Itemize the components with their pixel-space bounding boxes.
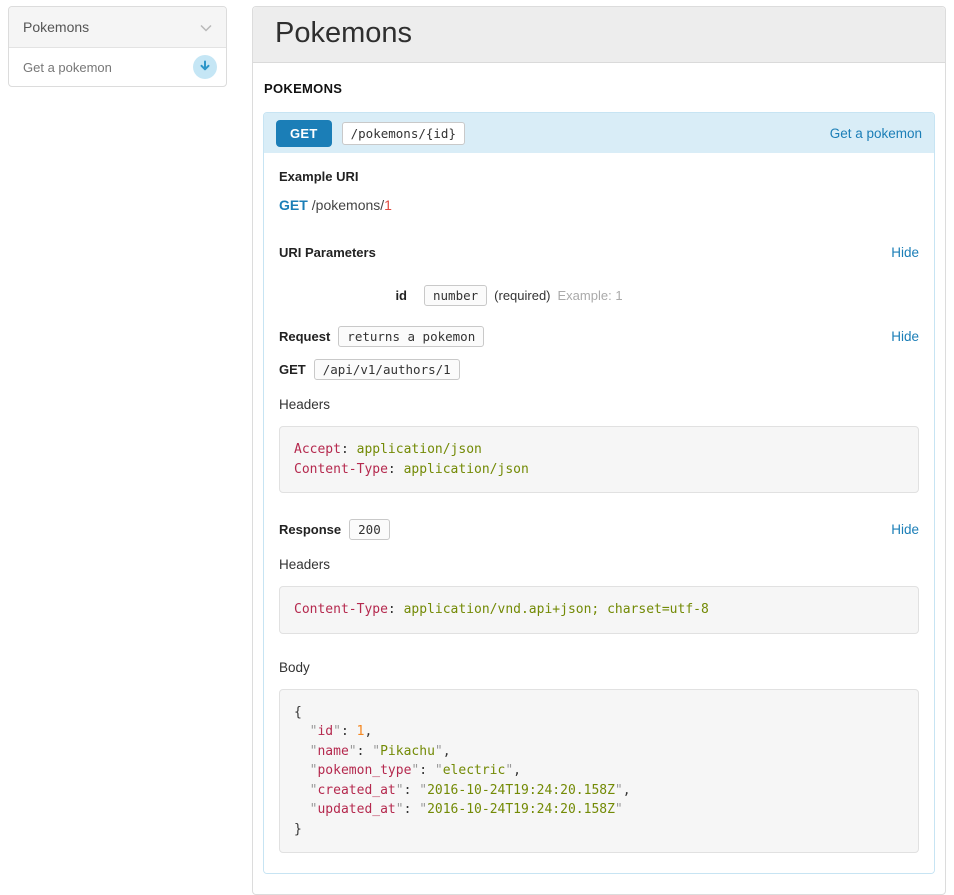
response-status-chip: 200 xyxy=(349,519,390,540)
code-line: { xyxy=(294,703,904,723)
get-method-badge xyxy=(193,55,217,79)
param-name: id xyxy=(279,288,407,303)
example-uri-value: 1 xyxy=(384,197,392,213)
param-row: id number (required) Example: 1 xyxy=(279,285,919,306)
uri-parameters-row: URI Parameters Hide xyxy=(279,245,919,260)
action-panel-body: Example URI GET/pokemons/1 URI Parameter… xyxy=(264,153,934,873)
request-row: Request returns a pokemon Hide xyxy=(279,326,919,347)
code-line: "name": "Pikachu", xyxy=(294,742,904,762)
uri-parameters-heading: URI Parameters xyxy=(279,245,376,260)
request-path-chip: /api/v1/authors/1 xyxy=(314,359,460,380)
code-line: "created_at": "2016-10-24T19:24:20.158Z"… xyxy=(294,781,904,801)
example-uri-path: /pokemons/ xyxy=(312,197,384,213)
sidebar-group-toggle[interactable]: Pokemons xyxy=(9,7,226,48)
param-info: number (required) Example: 1 xyxy=(424,285,623,306)
sidebar-group-label: Pokemons xyxy=(23,19,89,35)
request-method-row: GET /api/v1/authors/1 xyxy=(279,359,919,380)
uri-template-chip: /pokemons/{id} xyxy=(342,122,465,145)
example-uri-line: GET/pokemons/1 xyxy=(279,197,919,213)
response-headers-code-block: Content-Type: application/vnd.api+json; … xyxy=(279,586,919,634)
response-headers-label: Headers xyxy=(279,557,919,572)
response-heading: Response xyxy=(279,522,341,537)
code-line: "pokemon_type": "electric", xyxy=(294,761,904,781)
arrow-down-icon xyxy=(199,60,211,75)
resource-header: Pokemons xyxy=(253,7,945,63)
chevron-down-icon xyxy=(200,19,212,35)
page-title: Pokemons xyxy=(275,17,923,50)
param-example-value: 1 xyxy=(615,288,622,303)
response-body-code-block: { "id": 1, "name": "Pikachu", "pokemon_t… xyxy=(279,689,919,854)
response-row: Response 200 Hide xyxy=(279,519,919,540)
code-line: "updated_at": "2016-10-24T19:24:20.158Z" xyxy=(294,800,904,820)
param-type-chip: number xyxy=(424,285,487,306)
code-line: } xyxy=(294,820,904,840)
resource-card: Pokemons POKEMONS GET /pokemons/{id} Get… xyxy=(252,6,946,895)
resource-group-heading: POKEMONS xyxy=(264,81,935,96)
response-body-label: Body xyxy=(279,660,919,675)
param-required-label: (required) xyxy=(494,288,550,303)
example-uri-method: GET xyxy=(279,197,308,213)
example-uri-heading: Example URI xyxy=(279,169,919,184)
action-panel: GET /pokemons/{id} Get a pokemon Example… xyxy=(263,112,935,874)
code-line: Content-Type: application/json xyxy=(294,460,904,480)
response-hide-link[interactable]: Hide xyxy=(891,522,919,537)
request-heading: Request xyxy=(279,329,330,344)
resource-sidebar: Pokemons Get a pokemon xyxy=(8,6,227,87)
uri-parameters-hide-link[interactable]: Hide xyxy=(891,245,919,260)
get-method-button[interactable]: GET xyxy=(276,120,332,147)
code-line: Content-Type: application/vnd.api+json; … xyxy=(294,600,904,620)
param-example-label: Example: 1 xyxy=(558,288,623,303)
action-name-link[interactable]: Get a pokemon xyxy=(830,126,922,141)
request-method-label: GET xyxy=(279,362,306,377)
request-description-chip: returns a pokemon xyxy=(338,326,484,347)
sidebar-item-label: Get a pokemon xyxy=(23,60,112,75)
action-header-bar[interactable]: GET /pokemons/{id} Get a pokemon xyxy=(264,113,934,153)
request-hide-link[interactable]: Hide xyxy=(891,329,919,344)
code-line: "id": 1, xyxy=(294,722,904,742)
code-line: Accept: application/json xyxy=(294,440,904,460)
request-headers-label: Headers xyxy=(279,397,919,412)
request-headers-code-block: Accept: application/jsonContent-Type: ap… xyxy=(279,426,919,493)
resource-content: POKEMONS GET /pokemons/{id} Get a pokemo… xyxy=(253,81,945,874)
sidebar-item-get-a-pokemon[interactable]: Get a pokemon xyxy=(9,48,226,86)
